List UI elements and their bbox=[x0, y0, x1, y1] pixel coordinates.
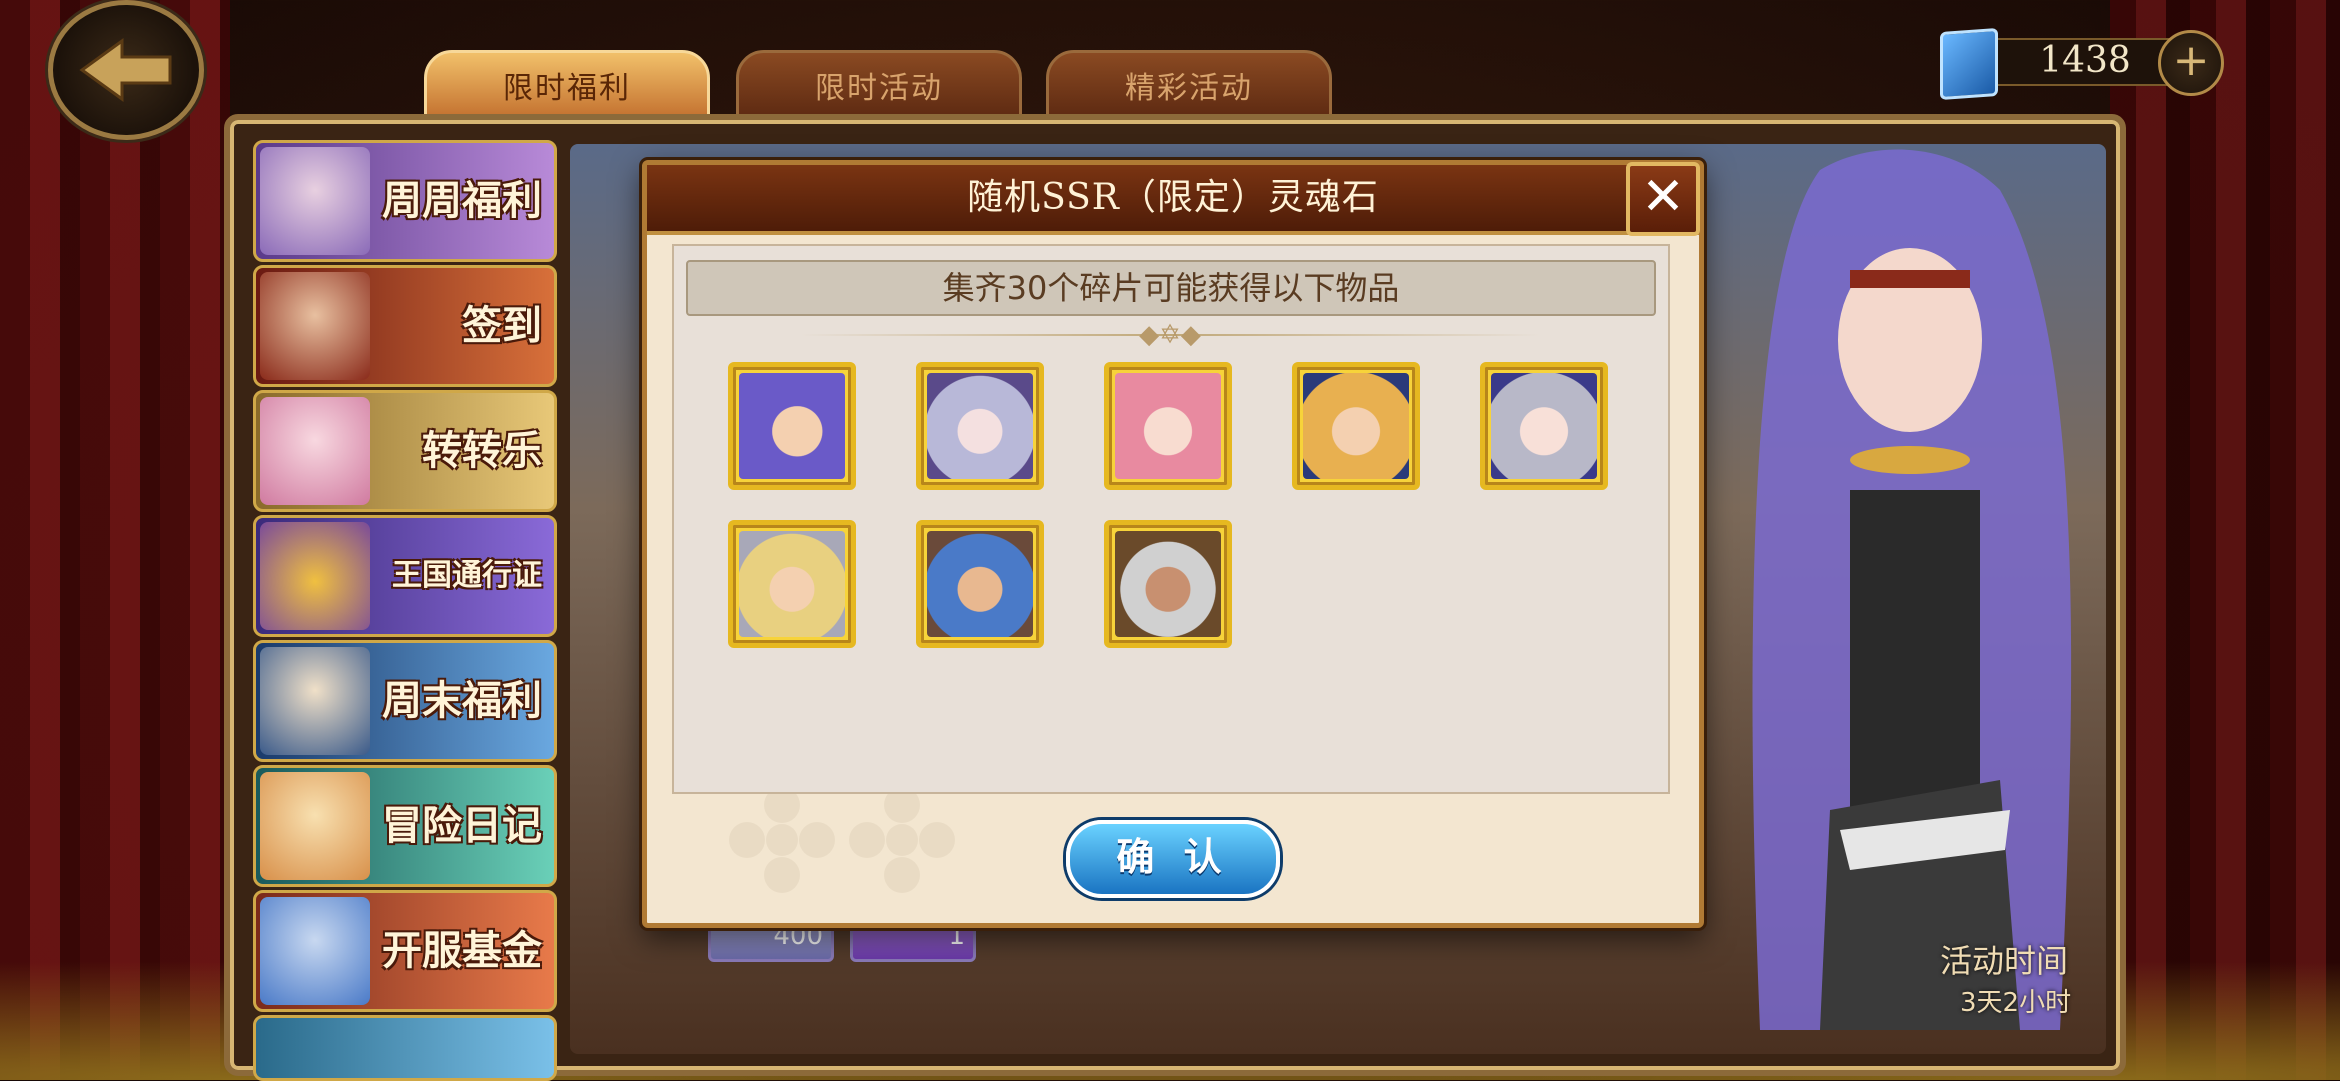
sidebar-item-kingdom-pass[interactable]: 王国通行证 bbox=[253, 515, 557, 637]
avatar bbox=[260, 147, 370, 255]
dialog-header: 随机SSR（限定）灵魂石 bbox=[647, 165, 1699, 235]
avatar bbox=[260, 772, 370, 880]
reward-icon-blue-hair-hero[interactable] bbox=[916, 520, 1044, 648]
reward-icon-purple-hair-hero[interactable] bbox=[728, 362, 856, 490]
reward-icon-blonde-hero[interactable] bbox=[1292, 362, 1420, 490]
sidebar-item-label: 转转乐 bbox=[422, 427, 542, 474]
hero-portrait bbox=[1491, 373, 1597, 479]
sidebar-item-sign-in[interactable]: 签到 bbox=[253, 265, 557, 387]
character-illustration bbox=[1700, 130, 2100, 1060]
hero-portrait bbox=[1115, 373, 1221, 479]
right-curtain bbox=[2110, 0, 2340, 1080]
hero-portrait bbox=[927, 373, 1033, 479]
sidebar-item-more[interactable] bbox=[253, 1015, 557, 1081]
back-arrow-icon bbox=[79, 38, 172, 102]
avatar bbox=[260, 647, 370, 755]
tab-featured-events[interactable]: 精彩活动 bbox=[1046, 50, 1332, 120]
reward-icon-silver-hair-hero[interactable] bbox=[1480, 362, 1608, 490]
floral-ornament-icon bbox=[729, 787, 835, 893]
activity-time-label: 活动时间 bbox=[1940, 942, 2069, 980]
sidebar-item-spin[interactable]: 转转乐 bbox=[253, 390, 557, 512]
sidebar-item-label: 王国通行证 bbox=[392, 558, 542, 593]
sidebar-item-label: 签到 bbox=[462, 302, 542, 349]
currency-amount: 1438 bbox=[2039, 40, 2131, 81]
dialog-subtitle: 集齐30个碎片可能获得以下物品 bbox=[686, 260, 1656, 316]
sidebar-item-label: 周周福利 bbox=[382, 177, 542, 224]
star-ornament-icon: ◆✡◆ bbox=[1139, 320, 1201, 350]
sidebar-item-label: 周末福利 bbox=[382, 677, 542, 724]
sidebar-item-adventure-diary[interactable]: 冒险日记 bbox=[253, 765, 557, 887]
hero-portrait bbox=[739, 373, 845, 479]
confirm-button[interactable]: 确 认 bbox=[1066, 820, 1280, 898]
hero-portrait bbox=[927, 531, 1033, 637]
activity-time-value: 3天2小时 bbox=[1960, 988, 2072, 1018]
avatar bbox=[260, 397, 370, 505]
hero-portrait bbox=[1303, 373, 1409, 479]
left-curtain bbox=[0, 0, 230, 1080]
tab-limited-events[interactable]: 限时活动 bbox=[736, 50, 1022, 120]
avatar bbox=[260, 272, 370, 380]
sidebar-item-label: 冒险日记 bbox=[382, 802, 542, 849]
reward-icon-white-hood-hero[interactable] bbox=[916, 362, 1044, 490]
hero-portrait bbox=[1115, 531, 1221, 637]
currency-display: 1438 + bbox=[1940, 27, 2224, 101]
reward-icon-old-warrior-hero[interactable] bbox=[1104, 520, 1232, 648]
sidebar-item-label: 开服基金 bbox=[382, 927, 542, 974]
gem-icon bbox=[1940, 27, 1998, 101]
crown-icon bbox=[260, 522, 370, 630]
back-button[interactable] bbox=[48, 0, 204, 140]
sidebar-item-weekend-welfare[interactable]: 周末福利 bbox=[253, 640, 557, 762]
avatar bbox=[260, 897, 370, 1005]
sidebar-item-weekly-welfare[interactable]: 周周福利 bbox=[253, 140, 557, 262]
reward-icon-pink-hair-hero[interactable] bbox=[1104, 362, 1232, 490]
reward-icon-valkyrie-hero[interactable] bbox=[728, 520, 856, 648]
sidebar-item-server-fund[interactable]: 开服基金 bbox=[253, 890, 557, 1012]
floral-ornament-icon bbox=[849, 787, 955, 893]
dialog-title: 随机SSR（限定）灵魂石 bbox=[967, 177, 1379, 218]
hero-portrait bbox=[739, 531, 845, 637]
add-currency-button[interactable]: + bbox=[2158, 30, 2224, 96]
close-button[interactable]: ✕ bbox=[1626, 162, 1700, 236]
tab-limited-welfare[interactable]: 限时福利 bbox=[424, 50, 710, 120]
